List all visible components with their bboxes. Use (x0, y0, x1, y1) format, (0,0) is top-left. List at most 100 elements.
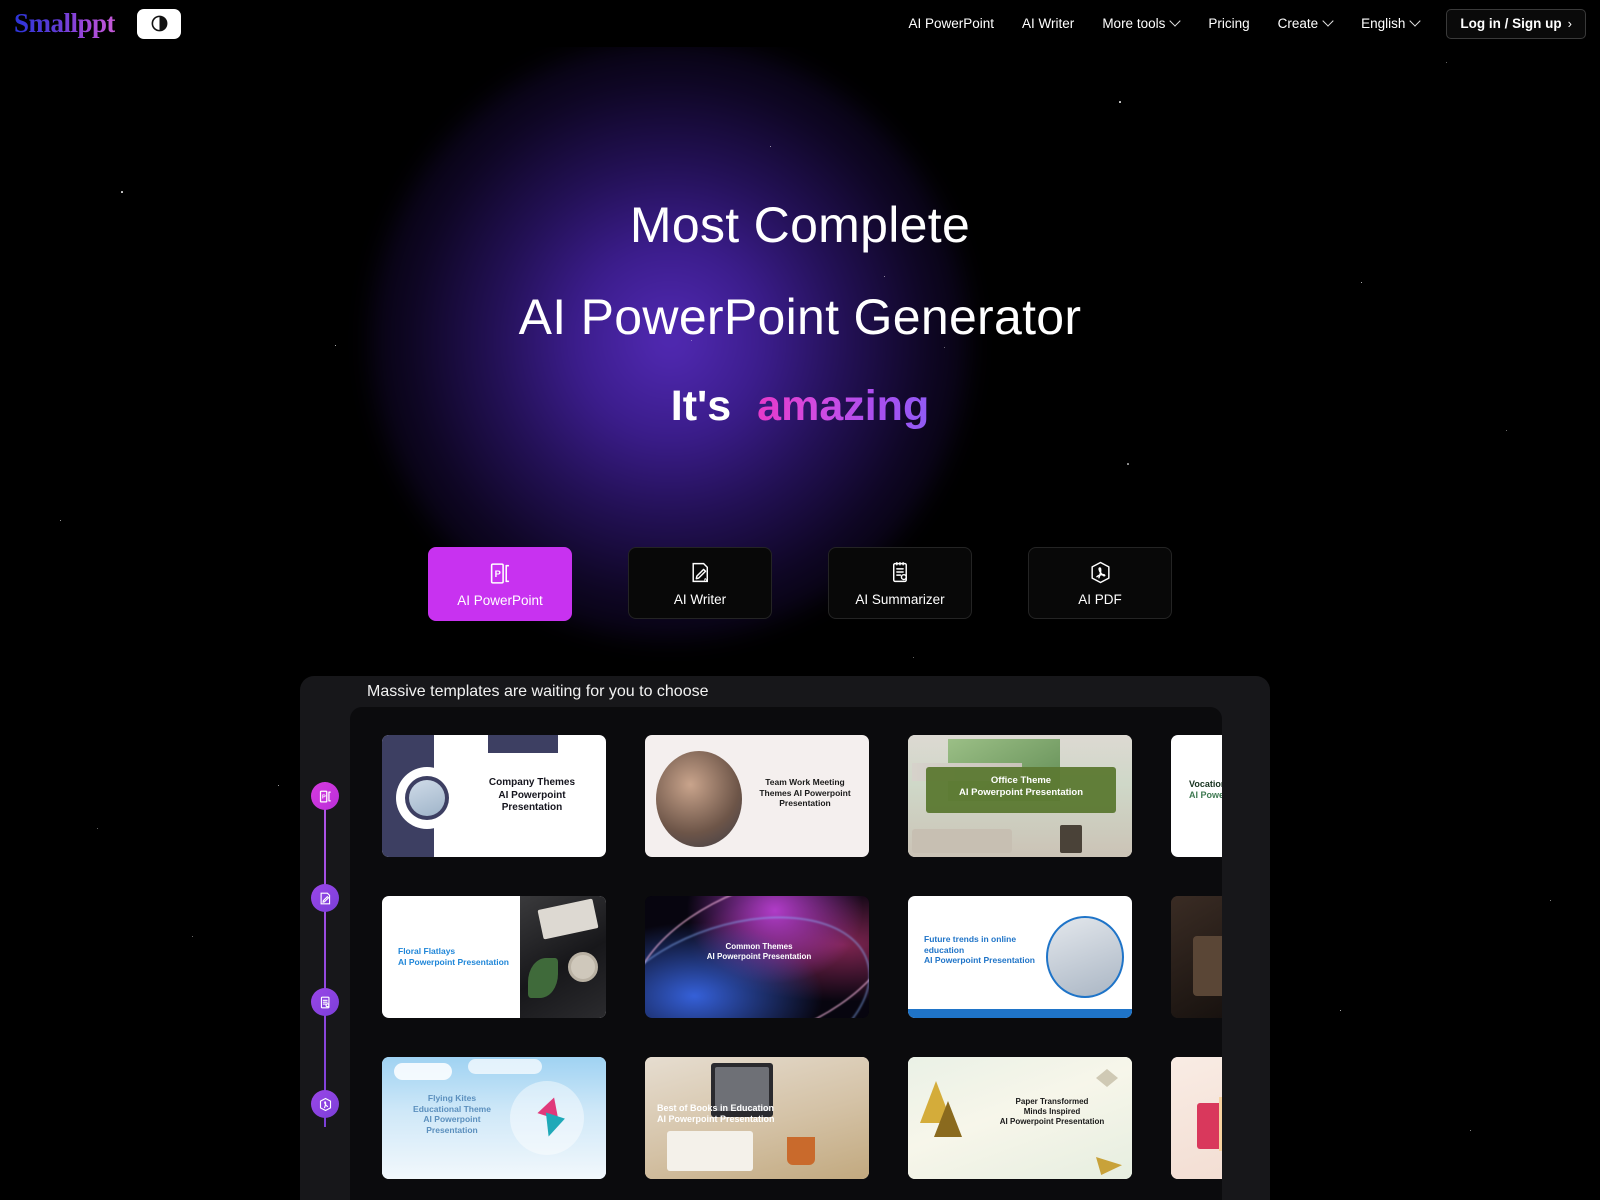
hero-subtitle: It's amazing (0, 382, 1600, 431)
nav-item-pricing[interactable]: Pricing (1194, 9, 1263, 39)
template-card[interactable]: Paper Transformed Minds Inspired AI Powerp… (908, 1057, 1132, 1179)
template-card-line: AI Powerpoint Presentation (1189, 790, 1222, 801)
nav-item-ai-writer[interactable]: AI Writer (1008, 9, 1088, 39)
powerpoint-icon: P (488, 561, 513, 586)
rail-node-ai-powerpoint[interactable]: P (311, 782, 339, 810)
hero-subtitle-accent: amazing (757, 382, 929, 431)
star (60, 520, 61, 521)
template-card[interactable]: Common Themes AI Powerpoint Presentation (645, 896, 869, 1018)
star (1550, 900, 1551, 901)
star (1127, 463, 1129, 465)
rail-node-ai-pdf[interactable] (311, 1090, 339, 1118)
nav-item-ai-powerpoint[interactable]: AI PowerPoint (895, 9, 1009, 39)
template-card-title: VocationalAI Powerpoint Presentation (1189, 779, 1222, 802)
template-card-line: Paper Transformed (978, 1097, 1126, 1107)
chevron-down-icon (1171, 17, 1180, 26)
template-card-line: AI Powerpoint Presentation (926, 787, 1116, 799)
template-card-line: Educational Theme (398, 1104, 506, 1115)
timeline-rail (324, 782, 326, 1127)
template-card-line: Team Work Meeting (749, 777, 861, 788)
nav-label: AI Writer (1022, 16, 1074, 31)
star (192, 936, 193, 937)
template-card[interactable]: Floral Flatlays AI Powerpoint Presentatio… (382, 896, 606, 1018)
template-card-line: Best of Books in Education (657, 1103, 857, 1114)
template-card-title: Common Themes AI Powerpoint Presentation (679, 942, 839, 962)
page-root: Smallppt AI PowerPoint AI Writer More to… (0, 0, 1600, 1200)
tool-button-ai-powerpoint[interactable]: P AI PowerPoint (428, 547, 572, 621)
template-card[interactable]: Team Work Meeting Themes AI Powerpoint Pre… (645, 735, 869, 857)
template-card-title: Company Themes AI Powerpoint Presentation (466, 777, 598, 815)
svg-text:AI: AI (703, 576, 708, 582)
template-card-title: Floral Flatlays AI Powerpoint Presentatio… (398, 946, 518, 967)
chevron-down-icon (1411, 17, 1420, 26)
star (278, 785, 279, 786)
nav-label: Pricing (1208, 16, 1249, 31)
star (97, 828, 98, 829)
brand-logo[interactable]: Smallppt (14, 8, 115, 39)
nav-label: More tools (1102, 16, 1165, 31)
template-card-line: Company Themes (466, 777, 598, 790)
template-card-title: Future trends in online education AI Power… (924, 934, 1040, 966)
template-card[interactable]: Flying Kites Educational Theme AI Powerpoi… (382, 1057, 606, 1179)
nav-label: AI PowerPoint (909, 16, 995, 31)
template-card[interactable]: Best of Books in Education AI Powerpoint … (645, 1057, 869, 1179)
rail-node-ai-summarizer[interactable] (311, 988, 339, 1016)
template-card-line: Office Theme (926, 775, 1116, 787)
template-card-line: Presentation (749, 798, 861, 809)
hero-subtitle-prefix: It's (671, 382, 731, 431)
nav-item-more-tools[interactable]: More tools (1088, 9, 1194, 39)
templates-panel-title: Massive templates are waiting for you to… (300, 676, 1270, 701)
hero-section: Most Complete AI PowerPoint Generator It… (0, 0, 1600, 431)
template-card-line: AI Powerpoint Presentation (924, 955, 1040, 966)
chevron-down-icon (1324, 17, 1333, 26)
contrast-icon (150, 14, 169, 33)
login-label: Log in / Sign up (1460, 16, 1561, 31)
chevron-right-icon: › (1568, 16, 1572, 31)
template-card-line: Vocational (1189, 779, 1222, 790)
template-card-line: Minds Inspired (978, 1107, 1126, 1117)
powerpoint-icon: P (318, 789, 333, 804)
template-card-line: education (924, 945, 1040, 956)
template-card[interactable] (1171, 1057, 1222, 1179)
svg-text:P: P (494, 568, 500, 578)
tool-button-row: P AI PowerPoint AI AI Writer AI Summariz… (0, 547, 1600, 621)
nav-item-language[interactable]: English (1347, 9, 1434, 39)
rail-node-ai-writer[interactable] (311, 884, 339, 912)
template-card-title: Office Theme AI Powerpoint Presentation (926, 775, 1116, 799)
site-header: Smallppt AI PowerPoint AI Writer More to… (0, 0, 1600, 47)
ai-writer-pen-icon: AI (688, 560, 713, 585)
template-card-line: AI Powerpoint Presentation (398, 1114, 506, 1135)
ai-summarizer-doc-icon (888, 560, 913, 585)
template-card-line: Future trends in online (924, 934, 1040, 945)
template-card[interactable]: Company Themes AI Powerpoint Presentation (382, 735, 606, 857)
ai-pdf-icon (1088, 560, 1113, 585)
template-card-line: AI Powerpoint Presentation (679, 952, 839, 962)
template-grid: Company Themes AI Powerpoint Presentation T… (382, 735, 1212, 1179)
template-card[interactable] (1171, 896, 1222, 1018)
tool-button-ai-summarizer[interactable]: AI Summarizer (828, 547, 972, 619)
tool-button-ai-writer[interactable]: AI AI Writer (628, 547, 772, 619)
star (1470, 1130, 1471, 1131)
template-card-line: Presentation (466, 802, 598, 815)
ai-summarizer-doc-icon (318, 995, 333, 1010)
template-card[interactable]: Future trends in online education AI Power… (908, 896, 1132, 1018)
template-card[interactable]: Office Theme AI Powerpoint Presentation (908, 735, 1132, 857)
ai-pdf-icon (318, 1097, 333, 1112)
templates-panel: Massive templates are waiting for you to… (300, 676, 1270, 1200)
theme-toggle-button[interactable] (137, 9, 181, 39)
tool-button-ai-pdf[interactable]: AI PDF (1028, 547, 1172, 619)
template-card[interactable]: VocationalAI Powerpoint Presentation (1171, 735, 1222, 857)
tool-label: AI PDF (1078, 592, 1122, 607)
template-card-line: Common Themes (679, 942, 839, 952)
nav-label: English (1361, 16, 1405, 31)
star (1340, 1010, 1341, 1011)
login-signup-button[interactable]: Log in / Sign up › (1446, 9, 1586, 39)
template-card-title: Flying Kites Educational Theme AI Powerpoi… (398, 1093, 506, 1136)
template-card-title: Team Work Meeting Themes AI Powerpoint Pre… (749, 777, 861, 809)
nav-item-create[interactable]: Create (1264, 9, 1348, 39)
tool-label: AI Summarizer (855, 592, 944, 607)
templates-screen: Company Themes AI Powerpoint Presentation T… (350, 707, 1222, 1200)
tool-label: AI PowerPoint (457, 593, 543, 608)
template-card-line: Themes AI Powerpoint (749, 788, 861, 799)
template-card-line: AI Powerpoint Presentation (657, 1114, 857, 1125)
